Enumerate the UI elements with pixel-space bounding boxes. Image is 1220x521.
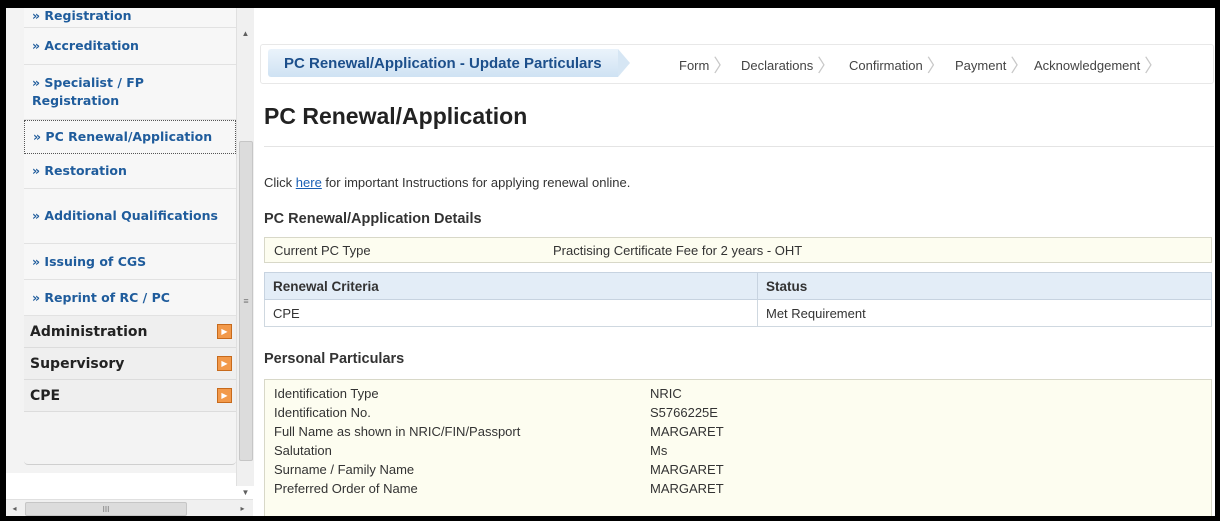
details-section-title: PC Renewal/Application Details — [264, 211, 482, 227]
main-content: PC Renewal/Application - Update Particul… — [258, 8, 1215, 516]
scroll-up-icon[interactable]: ▲ — [237, 25, 254, 42]
chevron-right-icon: 〉 — [926, 56, 945, 76]
instructions-link[interactable]: here — [296, 175, 322, 190]
current-pc-type-label: Current PC Type — [274, 243, 371, 258]
chevron-right-icon: 〉 — [1144, 56, 1163, 76]
expand-arrow-icon[interactable]: ▶ — [217, 388, 232, 403]
current-pc-type-value: Practising Certificate Fee for 2 years -… — [553, 243, 803, 258]
sidebar-item-registration[interactable]: » Registration — [24, 8, 236, 28]
expand-arrow-icon[interactable]: ▶ — [217, 324, 232, 339]
sidebar-item-issuing-of-cgs[interactable]: » Issuing of CGS — [24, 244, 236, 280]
table-row: CPE Met Requirement — [264, 299, 1212, 327]
personal-section-title: Personal Particulars — [264, 351, 405, 367]
wizard-step-form: Form 〉 — [679, 52, 731, 78]
sidebar-item-reprint-of-rc-pc[interactable]: » Reprint of RC / PC — [24, 280, 236, 316]
chevron-right-icon: 〉 — [817, 56, 836, 76]
current-pc-type-box: Current PC Type Practising Certificate F… — [264, 237, 1212, 263]
expand-arrow-icon[interactable]: ▶ — [217, 356, 232, 371]
table-header-row: Renewal Criteria Status — [264, 272, 1212, 300]
wizard-step-acknowledgement: Acknowledgement 〉 — [1034, 52, 1162, 78]
wizard-step-declarations: Declarations 〉 — [741, 52, 835, 78]
sidebar-footer — [24, 454, 236, 465]
column-header-status: Status — [757, 272, 1212, 300]
sidebar-category-supervisory[interactable]: Supervisory ▶ — [24, 348, 236, 380]
wizard-step-confirmation: Confirmation 〉 — [849, 52, 945, 78]
sidebar-item-pc-renewal-application[interactable]: » PC Renewal/Application — [24, 120, 236, 154]
title-divider — [264, 146, 1214, 147]
sidebar-item-accreditation[interactable]: » Accreditation — [24, 28, 236, 65]
sidebar-item-specialist-fp-registration[interactable]: » Specialist / FP Registration — [24, 65, 236, 120]
sidebar-category-administration[interactable]: Administration ▶ — [24, 316, 236, 348]
page-title: PC Renewal/Application — [264, 103, 528, 129]
browser-content: » Registration » Accreditation » Special… — [6, 8, 1215, 516]
scroll-right-icon[interactable]: ▸ — [234, 500, 251, 516]
personal-particulars-box: Identification Type NRIC Identification … — [264, 379, 1212, 516]
wizard-step-current: PC Renewal/Application - Update Particul… — [268, 49, 630, 77]
scroll-left-icon[interactable]: ◂ — [6, 500, 23, 516]
wizard-step-payment: Payment 〉 — [955, 52, 1028, 78]
sidebar-item-additional-qualifications[interactable]: » Additional Qualifications — [24, 189, 236, 244]
sidebar-category-cpe[interactable]: CPE ▶ — [24, 380, 236, 412]
scroll-thumb[interactable]: ≡ — [239, 141, 253, 461]
renewal-criteria-table: Renewal Criteria Status CPE Met Requirem… — [264, 272, 1212, 327]
horizontal-scroll-thumb[interactable]: III — [25, 502, 187, 516]
status-cell: Met Requirement — [757, 299, 1212, 327]
sidebar-horizontal-scrollbar[interactable]: ◂ III ▸ — [6, 499, 253, 516]
wizard-steps: PC Renewal/Application - Update Particul… — [260, 44, 1214, 84]
criteria-cell: CPE — [264, 299, 758, 327]
sidebar-item-restoration[interactable]: » Restoration — [24, 154, 236, 189]
instructions-text: Click here for important Instructions fo… — [264, 175, 631, 190]
sidebar-vertical-scrollbar[interactable]: ▲ ≡ ▼ — [236, 8, 254, 497]
column-header-renewal-criteria: Renewal Criteria — [264, 272, 758, 300]
chevron-right-icon: 〉 — [1010, 56, 1029, 76]
chevron-right-icon: 〉 — [713, 56, 732, 76]
sidebar-nav: » Registration » Accreditation » Special… — [6, 8, 237, 473]
